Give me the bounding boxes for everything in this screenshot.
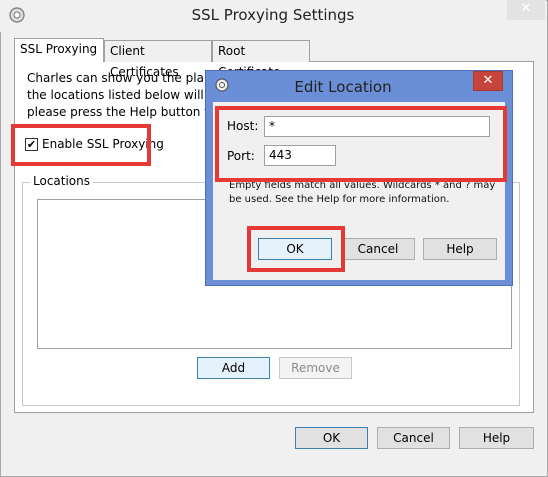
- close-icon: ✕: [520, 1, 532, 16]
- ok-button[interactable]: OK: [295, 427, 368, 449]
- tab-client-certificates[interactable]: Client Certificates: [104, 40, 212, 79]
- remove-location-button[interactable]: Remove: [279, 357, 352, 379]
- tab-ssl-proxying[interactable]: SSL Proxying: [14, 38, 104, 62]
- tab-root-certificate[interactable]: Root Certificate: [212, 40, 310, 79]
- edit-dialog-title: Edit Location: [294, 78, 392, 96]
- highlight-enable-ssl: [11, 124, 151, 166]
- locations-label: Locations: [30, 174, 94, 188]
- hint-text: Empty fields match all values. Wildcards…: [229, 180, 496, 205]
- close-icon: ✕: [482, 73, 494, 88]
- close-window-button[interactable]: ✕: [507, 0, 545, 20]
- edit-help-button[interactable]: Help: [423, 238, 497, 260]
- cancel-button[interactable]: Cancel: [377, 427, 450, 449]
- intro-text: Charles can show you the plain the locat…: [27, 71, 216, 119]
- highlight-host-port: [215, 106, 507, 182]
- highlight-ok-button: [247, 226, 345, 272]
- edit-cancel-button[interactable]: Cancel: [341, 238, 415, 260]
- edit-dialog-close-button[interactable]: ✕: [473, 71, 503, 91]
- add-location-button[interactable]: Add: [197, 357, 270, 379]
- window-title: SSL Proxying Settings: [191, 6, 355, 24]
- help-button[interactable]: Help: [459, 427, 534, 449]
